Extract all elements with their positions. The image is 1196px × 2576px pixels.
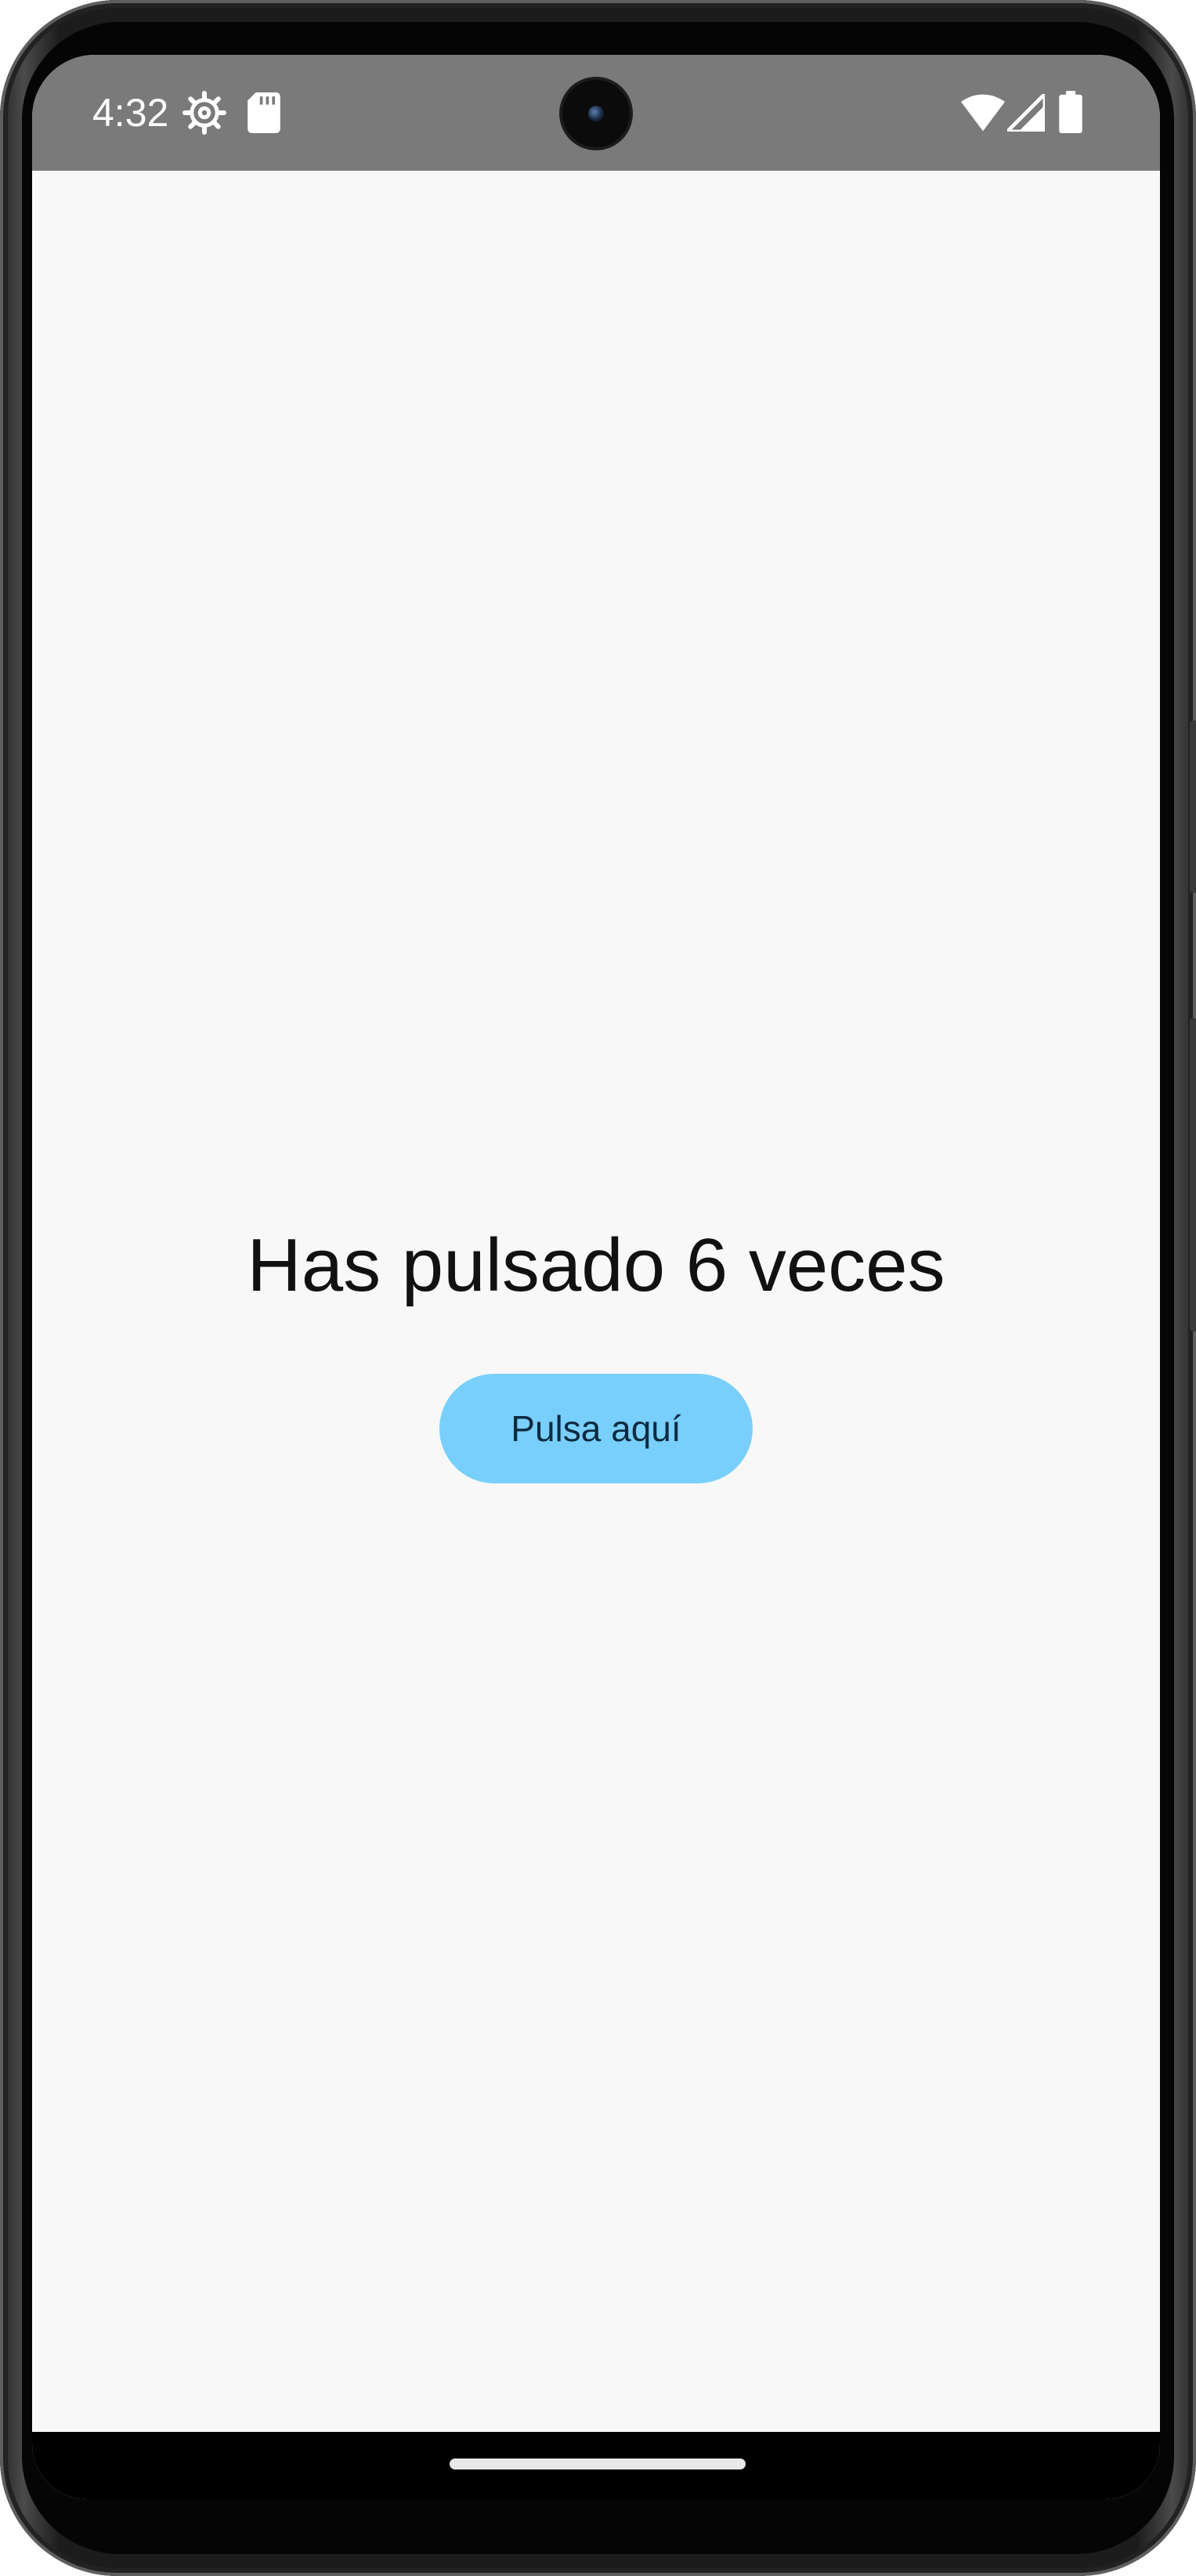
camera-lens: [588, 106, 604, 121]
counter-text: Has pulsado 6 veces: [247, 1223, 945, 1307]
wifi-icon: [961, 94, 1005, 141]
front-camera: [562, 80, 630, 147]
power-button: [1190, 721, 1196, 893]
status-bar: 4:32: [32, 55, 1160, 171]
cell-signal-icon: [1005, 92, 1047, 141]
press-here-button[interactable]: Pulsa aquí: [439, 1374, 753, 1483]
status-time: 4:32: [92, 91, 169, 135]
sd-card-icon: [247, 92, 281, 139]
home-indicator[interactable]: [450, 2459, 746, 2469]
phone-frame: 4:32 Has pulsado 6 veces Pulsa aquí: [0, 0, 1196, 2576]
settings-gear-icon: [181, 89, 228, 136]
battery-icon: [1059, 91, 1082, 138]
volume-button: [1190, 1018, 1196, 1331]
screen: 4:32 Has pulsado 6 veces Pulsa aquí: [32, 55, 1160, 2499]
app-content: Has pulsado 6 veces Pulsa aquí: [32, 171, 1160, 2432]
navigation-bar: [32, 2432, 1160, 2499]
